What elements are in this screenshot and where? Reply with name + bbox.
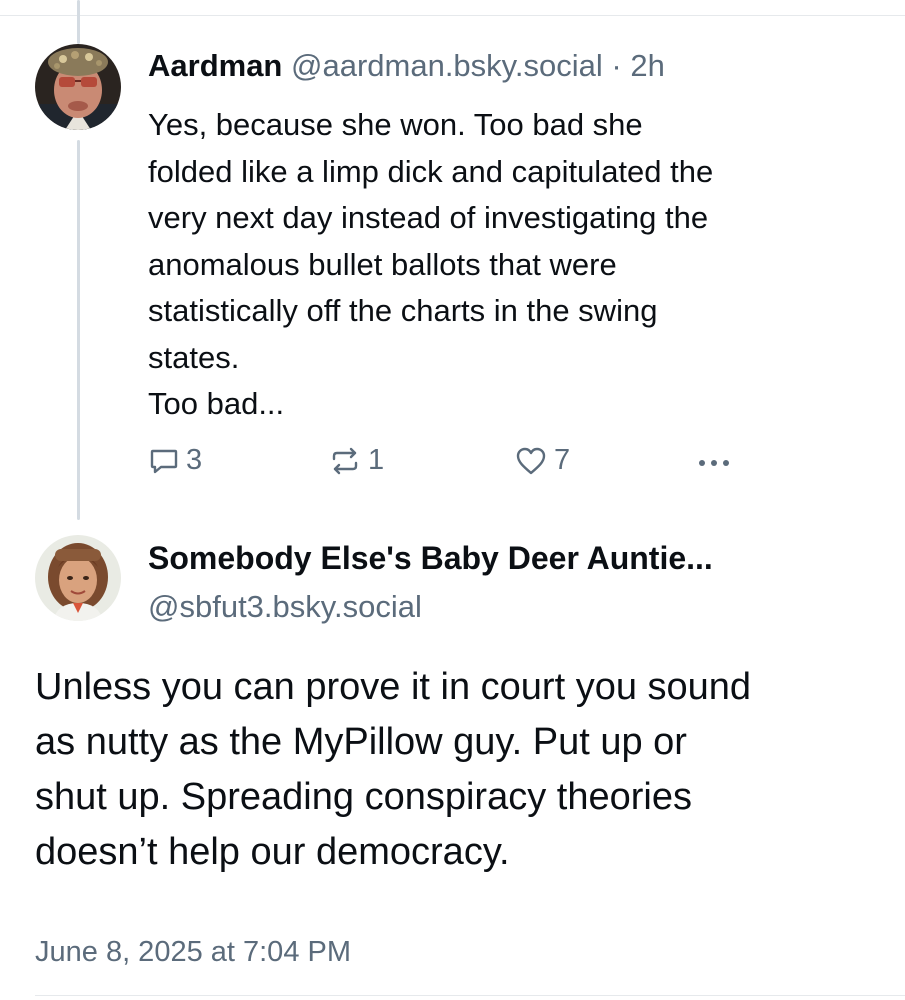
parent-author-handle[interactable]: @aardman.bsky.social (291, 48, 603, 83)
repost-button[interactable]: 1 (328, 444, 384, 477)
reply-count: 3 (186, 444, 203, 476)
main-author-avatar[interactable] (35, 535, 121, 621)
main-post-text: Unless you can prove it in court you sou… (35, 660, 895, 880)
thread-line-top (77, 0, 80, 44)
like-button[interactable]: 7 (514, 444, 570, 477)
parent-text-line: anomalous bullet ballots that were (148, 246, 617, 282)
main-author-name[interactable]: Somebody Else's Baby Deer Auntie... (148, 537, 713, 579)
bottom-divider (35, 995, 905, 996)
post-timestamp: June 8, 2025 at 7:04 PM (35, 936, 351, 968)
parent-post-text: Yes, because she won. Too bad she folded… (148, 102, 888, 428)
reply-bubble-icon (148, 445, 180, 477)
parent-post-actions: 3 1 7 (148, 444, 748, 484)
parent-text-line: very next day instead of investigating t… (148, 200, 709, 235)
like-count: 7 (554, 444, 571, 476)
main-text-line: as nutty as the MyPillow guy. Put up or (35, 721, 687, 763)
reply-button[interactable]: 3 (148, 444, 202, 477)
parent-text-line: Yes, because she won. Too bad she (148, 107, 643, 142)
parent-text-line: folded like a limp dick and capitulated … (148, 153, 714, 189)
heart-outline-icon (514, 445, 548, 477)
top-divider (0, 15, 905, 16)
main-author-handle[interactable]: @sbfut3.bsky.social (148, 587, 422, 627)
parent-text-line: Too bad... (148, 386, 285, 421)
more-options-button[interactable] (694, 446, 734, 480)
repost-count: 1 (368, 444, 385, 476)
thread-line (77, 140, 80, 520)
repost-arrows-icon (328, 445, 362, 477)
parent-author-name[interactable]: Aardman (148, 48, 282, 83)
parent-text-line: statistically off the charts in the swin… (148, 293, 658, 328)
main-text-line: shut up. Spreading conspiracy theories (35, 776, 692, 818)
header-separator: · (611, 48, 622, 83)
ellipsis-icon (694, 446, 734, 480)
parent-post-header: Aardman @aardman.bsky.social · 2h (148, 46, 665, 86)
parent-post-age: 2h (630, 48, 665, 83)
parent-author-avatar[interactable] (35, 44, 121, 130)
parent-text-line: states. (148, 339, 240, 375)
main-text-line: doesn’t help our democracy. (35, 831, 510, 873)
main-text-line: Unless you can prove it in court you sou… (35, 666, 752, 708)
